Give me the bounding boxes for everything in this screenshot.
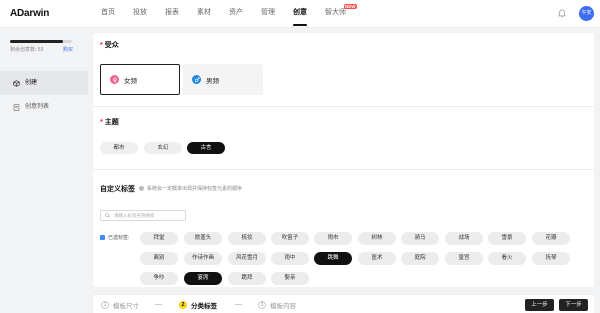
nav-item-label: 创意 <box>293 9 307 16</box>
bell-icon[interactable] <box>558 9 566 18</box>
nav-item-5[interactable]: 管理 <box>252 0 284 28</box>
selected-label-text: 已选标签: <box>108 235 130 241</box>
step-number: 1 <box>101 301 109 309</box>
logo-text: Darwin <box>17 8 50 19</box>
tag-option[interactable]: 战场 <box>445 232 483 245</box>
custom-tags-title: 自定义标签 <box>100 186 135 193</box>
tag-option[interactable]: 雪景 <box>488 232 526 245</box>
sidebar-item-label: 创意列表 <box>25 104 50 110</box>
tag-option[interactable]: 闹市 <box>314 232 352 245</box>
audience-option-label: 男频 <box>206 77 219 85</box>
nav-item-0[interactable]: 首页 <box>92 0 124 28</box>
tag-option[interactable]: 宴席 <box>184 272 222 285</box>
tag-option[interactable]: 吹笛子 <box>271 232 309 245</box>
male-icon <box>192 75 201 84</box>
nav-item-label: 首页 <box>101 9 115 16</box>
tag-option[interactable]: 骑马 <box>401 232 439 245</box>
step-separator <box>235 304 242 305</box>
tag-option[interactable]: 离别 <box>140 252 178 265</box>
quota-progress-fill <box>10 40 63 43</box>
theme-option-dushi[interactable]: 都市 <box>100 142 138 154</box>
tag-option[interactable]: 树林 <box>358 232 396 245</box>
logo-prefix: A <box>10 8 18 19</box>
sidebar-item-create[interactable]: 创建 <box>0 71 88 95</box>
search-icon <box>105 213 110 218</box>
search-placeholder: 请输入标签名称搜索 <box>114 213 155 218</box>
tag-option[interactable]: 作诗作画 <box>184 252 222 265</box>
list-icon <box>13 103 20 111</box>
step-label: 模板内容 <box>270 303 296 310</box>
sidebar: 剩余创意数: 53 购买 创建 创意列表 <box>0 28 88 313</box>
female-icon <box>110 75 119 84</box>
step-template-content[interactable]: 3 模板内容 <box>258 300 296 310</box>
hint-text: 系统会一定概率出现并保持标签元素的顺序 <box>147 186 243 192</box>
tag-option[interactable]: 庭院 <box>401 252 439 265</box>
tag-option[interactable]: 争吵 <box>140 272 178 285</box>
new-badge: NEW <box>343 4 357 9</box>
divider <box>93 169 594 170</box>
audience-option-male[interactable]: 男频 <box>183 64 263 95</box>
buy-link[interactable]: 购买 <box>63 46 73 53</box>
divider <box>93 106 594 107</box>
app-logo[interactable]: ADarwin <box>10 8 49 19</box>
step-category-tags[interactable]: 2 分类标签 <box>179 300 217 310</box>
step-label: 分类标签 <box>191 303 217 310</box>
theme-section-title: * 主题 <box>100 119 119 126</box>
theme-option-xuanhuan[interactable]: 玄幻 <box>144 142 182 154</box>
tag-option[interactable]: 花瓣 <box>532 232 570 245</box>
tag-option[interactable]: 梳妆 <box>228 232 266 245</box>
theme-title-text: 主题 <box>104 119 119 126</box>
cube-icon <box>13 79 20 87</box>
custom-tags-hint: 系统会一定概率出现并保持标签元素的顺序 <box>139 185 242 192</box>
top-navigation-bar: ADarwin 首页 投放 报表 素材 资产 管理 创意 智大师 NEW 午安 <box>0 0 600 28</box>
tag-option[interactable]: 医术 <box>358 252 396 265</box>
quota-progress-bar <box>10 40 72 43</box>
audience-option-female[interactable]: 女频 <box>100 64 180 95</box>
tag-option[interactable]: 雨中 <box>271 252 309 265</box>
step-number: 3 <box>258 301 266 309</box>
main-nav: 首页 投放 报表 素材 资产 管理 创意 智大师 NEW <box>92 0 357 28</box>
avatar[interactable]: 午安 <box>579 6 594 21</box>
quota-label: 剩余创意数: 53 <box>10 47 44 53</box>
nav-item-label: 报表 <box>165 9 179 16</box>
tag-option[interactable]: 风花雪月 <box>228 252 266 265</box>
nav-item-6[interactable]: 创意 <box>284 0 316 28</box>
info-icon <box>139 186 144 192</box>
nav-item-7[interactable]: 智大师 NEW <box>316 0 357 28</box>
next-button[interactable]: 下一步 <box>559 299 588 311</box>
step-footer: 1 模板尺寸 2 分类标签 3 模板内容 上一步 下一步 <box>93 294 594 313</box>
tag-option[interactable]: 皇宫 <box>445 252 483 265</box>
nav-item-label: 智大师 <box>325 9 346 16</box>
nav-item-label: 素材 <box>197 9 211 16</box>
main-card: * 受众 女频 男频 * 主题 都市 玄幻 古言 <box>93 33 594 287</box>
tag-search-input[interactable]: 请输入标签名称搜索 <box>100 210 186 221</box>
tag-icon <box>100 235 105 240</box>
nav-item-3[interactable]: 素材 <box>188 0 220 28</box>
tag-option[interactable]: 跳舞 <box>314 252 352 265</box>
step-label: 模板尺寸 <box>113 303 139 310</box>
tag-option[interactable]: 娶亲 <box>271 272 309 285</box>
nav-item-1[interactable]: 投放 <box>124 0 156 28</box>
tag-option[interactable]: 跪拜 <box>228 272 266 285</box>
step-number: 2 <box>179 301 187 309</box>
tag-option[interactable]: 拜堂 <box>140 232 178 245</box>
selected-tags-label: 已选标签: <box>100 234 129 241</box>
nav-item-4[interactable]: 资产 <box>220 0 252 28</box>
nav-item-label: 资产 <box>229 9 243 16</box>
tag-option[interactable]: 抚琴 <box>532 252 570 265</box>
nav-item-label: 管理 <box>261 9 275 16</box>
sidebar-item-label: 创建 <box>25 80 38 86</box>
sidebar-item-creative-list[interactable]: 创意列表 <box>0 95 88 119</box>
tag-option[interactable]: 掀盖头 <box>184 232 222 245</box>
audience-option-label: 女频 <box>124 77 137 85</box>
nav-item-label: 投放 <box>133 9 147 16</box>
step-template-size[interactable]: 1 模板尺寸 <box>101 300 139 310</box>
audience-title-text: 受众 <box>104 42 119 49</box>
prev-button[interactable]: 上一步 <box>525 299 554 311</box>
tag-option[interactable]: 看火 <box>488 252 526 265</box>
audience-section-title: * 受众 <box>100 42 119 49</box>
theme-option-guyan[interactable]: 古言 <box>187 142 225 154</box>
nav-item-2[interactable]: 报表 <box>156 0 188 28</box>
step-separator <box>155 304 162 305</box>
